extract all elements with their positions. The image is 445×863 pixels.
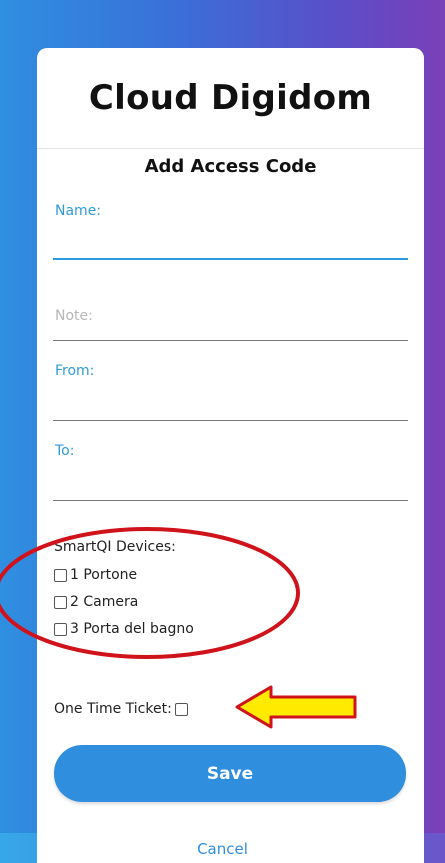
form-title: Add Access Code bbox=[144, 156, 317, 177]
form-card: Cloud Digidom Add Access Code Name: Note… bbox=[37, 48, 424, 863]
app-title: Cloud Digidom bbox=[88, 78, 373, 118]
device-item-porta-del-bagno[interactable]: 3 Porta del bagno bbox=[54, 620, 194, 638]
to-field-underline bbox=[53, 500, 408, 501]
save-button[interactable]: Save bbox=[54, 745, 406, 802]
device-label: 2 Camera bbox=[70, 594, 139, 610]
device-label: 1 Portone bbox=[70, 567, 138, 583]
cancel-link[interactable]: Cancel bbox=[0, 840, 445, 858]
device-item-portone[interactable]: 1 Portone bbox=[54, 566, 137, 584]
device-checkbox[interactable] bbox=[54, 595, 67, 609]
to-field[interactable]: To: bbox=[53, 438, 408, 503]
device-item-camera[interactable]: 2 Camera bbox=[54, 593, 138, 611]
device-checkbox[interactable] bbox=[54, 622, 67, 636]
devices-label: SmartQI Devices: bbox=[54, 539, 176, 555]
name-field-label: Name: bbox=[55, 203, 102, 219]
from-field-underline bbox=[53, 420, 408, 421]
one-time-ticket-checkbox[interactable] bbox=[174, 702, 188, 716]
one-time-ticket-row[interactable]: One Time Ticket: bbox=[54, 701, 191, 717]
title-divider bbox=[37, 148, 424, 149]
note-field[interactable]: Note: bbox=[53, 303, 408, 343]
device-label: 3 Porta del bagno bbox=[70, 621, 194, 637]
note-field-underline bbox=[53, 340, 408, 341]
to-field-label: To: bbox=[55, 443, 75, 459]
name-field-underline bbox=[53, 258, 408, 260]
note-field-placeholder: Note: bbox=[55, 308, 93, 324]
from-field[interactable]: From: bbox=[53, 358, 408, 423]
one-time-ticket-label: One Time Ticket: bbox=[54, 701, 172, 717]
device-checkbox[interactable] bbox=[54, 568, 67, 582]
name-field[interactable]: Name: bbox=[53, 198, 408, 260]
from-field-label: From: bbox=[55, 363, 95, 379]
